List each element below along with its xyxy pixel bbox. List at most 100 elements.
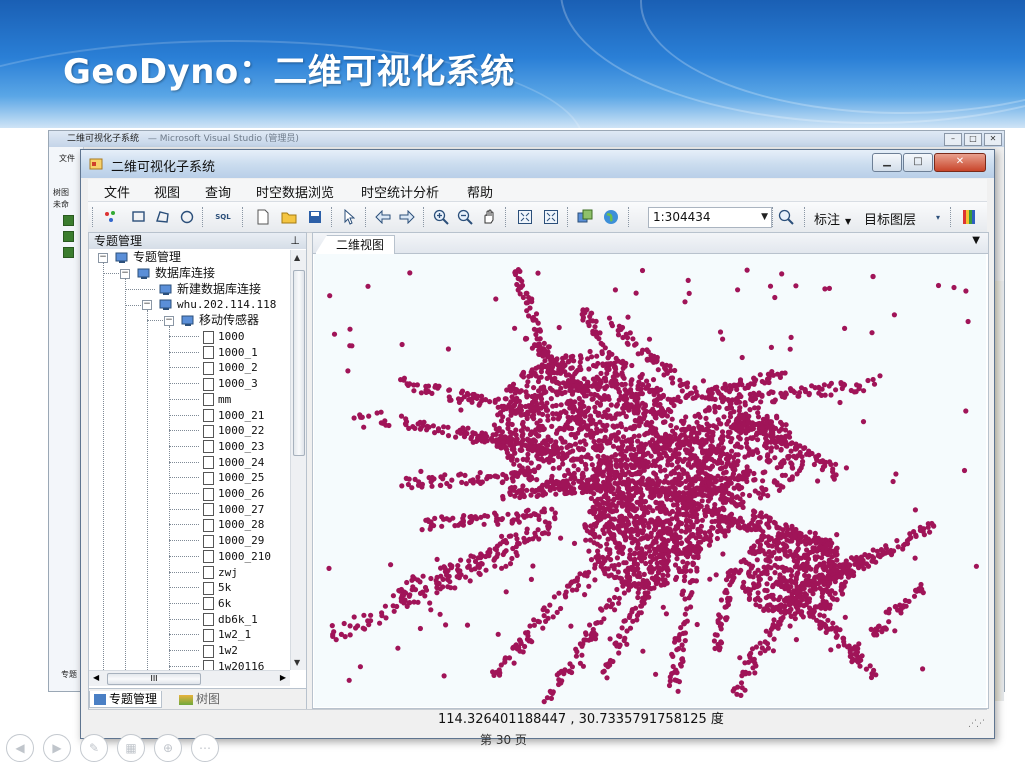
new-file-icon[interactable]: [254, 208, 272, 226]
label-button[interactable]: 标注 ▼: [814, 209, 851, 228]
menu-view[interactable]: 视图: [154, 182, 180, 201]
checkbox-icon[interactable]: [63, 247, 74, 258]
tree-item-layer[interactable]: 1000_21: [203, 408, 264, 423]
scale-select[interactable]: 1:304434 ▼: [648, 207, 772, 228]
trajectory-point-cloud[interactable]: [314, 254, 986, 707]
menu-spatiotemporal-browse[interactable]: 时空数据浏览: [256, 182, 334, 201]
scroll-right-icon[interactable]: ▶: [280, 673, 286, 682]
tab-label: 树图: [196, 692, 221, 706]
menu-spatiotemporal-stats[interactable]: 时空统计分析: [361, 182, 439, 201]
tree-item-layer[interactable]: 1000_29: [203, 533, 264, 548]
tree-connector: [103, 273, 119, 274]
slides-grid-icon[interactable]: ▦: [117, 734, 145, 762]
tree-item-server[interactable]: whu.202.114.118: [159, 297, 276, 312]
tree-horizontal-scrollbar[interactable]: ◀ III ▶: [89, 670, 290, 686]
sql-query-icon[interactable]: SQL: [210, 208, 236, 226]
refresh-layers-icon[interactable]: [576, 208, 594, 226]
minimize-button[interactable]: ▁: [872, 153, 902, 172]
tree-item-layer[interactable]: 1w20116: [203, 659, 264, 670]
select-polygon-icon[interactable]: [154, 208, 172, 226]
scroll-down-icon[interactable]: ▼: [294, 658, 300, 667]
tab-2d-view[interactable]: 二维视图: [315, 235, 396, 254]
tree-label: 1000_3: [218, 377, 258, 391]
bg-minimize-button[interactable]: –: [944, 133, 962, 146]
maximize-button[interactable]: □: [903, 153, 933, 172]
forward-arrow-icon[interactable]: [398, 208, 416, 226]
tree-item-layer[interactable]: 1000_2: [203, 360, 258, 375]
collapse-toggle-icon[interactable]: −: [142, 300, 152, 310]
tree-item-layer[interactable]: 1000_26: [203, 486, 264, 501]
pin-icon[interactable]: ⊥: [290, 233, 300, 249]
tree-item-layer[interactable]: db6k_1: [203, 612, 258, 627]
select-rect-icon[interactable]: [130, 208, 148, 226]
map-canvas[interactable]: [314, 254, 986, 707]
zoom-in-icon[interactable]: [432, 208, 450, 226]
theme-tree: 专题管理 − 数据库连接 − 新建数据库连接 whu.202.114.118− 移动传感器 −…: [89, 250, 289, 670]
bg-close-button[interactable]: ✕: [984, 133, 1002, 146]
full-extent-icon[interactable]: [516, 208, 534, 226]
search-icon[interactable]: [777, 208, 795, 226]
next-slide-icon[interactable]: ▶: [43, 734, 71, 762]
toolbar-overflow-icon[interactable]: ▾: [932, 208, 944, 226]
tree-item-layer[interactable]: 1000_210: [203, 549, 271, 564]
fixed-zoom-icon[interactable]: [542, 208, 560, 226]
open-folder-icon[interactable]: [280, 208, 298, 226]
scroll-thumb[interactable]: III: [107, 673, 201, 685]
tree-item-layer[interactable]: 1000_28: [203, 517, 264, 532]
chevron-down-icon[interactable]: ▼: [972, 235, 980, 246]
pen-icon[interactable]: ✎: [80, 734, 108, 762]
scroll-left-icon[interactable]: ◀: [93, 673, 99, 682]
tree-item-layer[interactable]: 1000_3: [203, 376, 258, 391]
scroll-up-icon[interactable]: ▲: [294, 253, 300, 262]
bg-maximize-button[interactable]: □: [964, 133, 982, 146]
tree-item-layer[interactable]: 1000: [203, 329, 245, 344]
tree-item-db-connections[interactable]: 数据库连接: [137, 266, 215, 281]
tree-item-layer[interactable]: 5k: [203, 580, 231, 595]
more-options-icon[interactable]: ⋯: [191, 734, 219, 762]
tree-item-layer[interactable]: 1000_25: [203, 470, 264, 485]
pan-icon[interactable]: [480, 208, 498, 226]
layer-icon: [203, 534, 214, 548]
color-bar-icon[interactable]: [960, 208, 978, 226]
tree-label: whu.202.114.118: [177, 298, 277, 311]
tree-item-root[interactable]: 专题管理: [115, 250, 181, 265]
tree-connector: [147, 310, 148, 670]
checkbox-icon[interactable]: [63, 231, 74, 242]
tab-tree[interactable]: 树图: [175, 691, 224, 707]
close-button[interactable]: ✕: [934, 153, 986, 172]
collapse-toggle-icon[interactable]: −: [164, 316, 174, 326]
tree-item-layer[interactable]: zwj: [203, 565, 238, 580]
tab-theme-management[interactable]: 专题管理: [89, 691, 163, 708]
save-icon[interactable]: [306, 208, 324, 226]
tree-item-layer[interactable]: mm: [203, 392, 231, 407]
zoom-icon[interactable]: ⊕: [154, 734, 182, 762]
layer-tool-icon[interactable]: [102, 208, 120, 226]
tree-vertical-scrollbar[interactable]: ▲ ▼: [290, 250, 306, 670]
globe-icon[interactable]: [602, 208, 620, 226]
tree-item-layer[interactable]: 1000_23: [203, 439, 264, 454]
tree-item-layer[interactable]: 1w2_1: [203, 627, 251, 642]
menu-file[interactable]: 文件: [104, 182, 130, 201]
checkbox-icon[interactable]: [63, 215, 74, 226]
tree-item-layer[interactable]: 6k: [203, 596, 231, 611]
tree-item-layer[interactable]: 1w2: [203, 643, 238, 658]
target-layer-button[interactable]: 目标图层: [864, 209, 916, 228]
select-icon[interactable]: [340, 208, 358, 226]
bg-side-label: 未命: [53, 200, 69, 209]
tree-item-layer[interactable]: 1000_27: [203, 502, 264, 517]
select-circle-icon[interactable]: [178, 208, 196, 226]
resize-grip-icon[interactable]: ⋰⋰: [968, 714, 985, 734]
tree-item-layer[interactable]: 1000_1: [203, 345, 258, 360]
tree-item-layer[interactable]: 1000_24: [203, 455, 264, 470]
bg-menu-label[interactable]: 文件: [59, 153, 75, 164]
tree-label: 1000_2: [218, 361, 258, 375]
scroll-thumb[interactable]: [293, 270, 305, 456]
zoom-out-icon[interactable]: [456, 208, 474, 226]
menu-query[interactable]: 查询: [205, 182, 231, 201]
tree-item-layer[interactable]: 1000_22: [203, 423, 264, 438]
back-arrow-icon[interactable]: [374, 208, 392, 226]
prev-slide-icon[interactable]: ◀: [6, 734, 34, 762]
tree-item-new-connection[interactable]: 新建数据库连接: [159, 282, 261, 297]
menu-help[interactable]: 帮助: [467, 182, 493, 201]
tree-item-mobile-sensors[interactable]: 移动传感器: [181, 313, 259, 328]
